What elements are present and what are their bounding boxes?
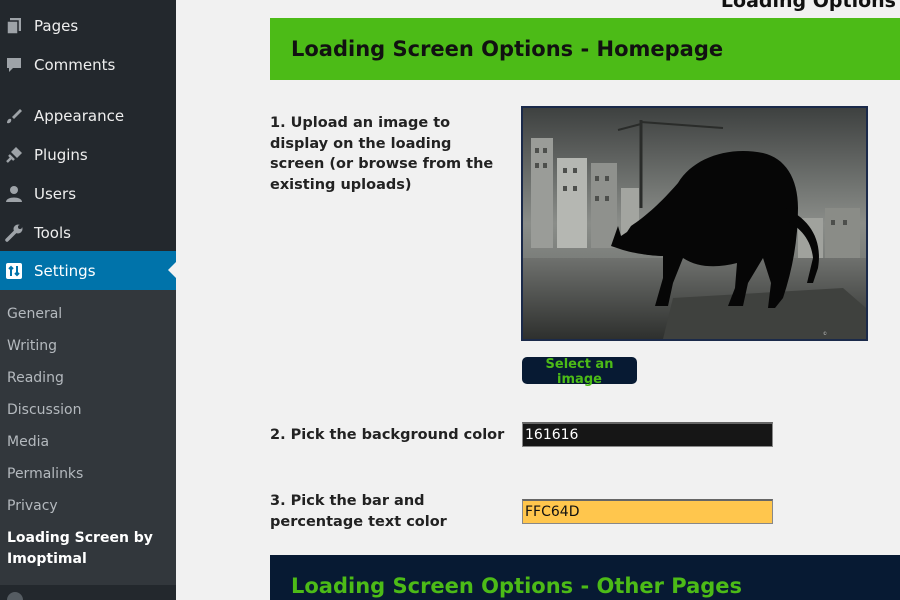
admin-sidebar: Pages Comments Appearance Plugins Users … — [0, 0, 176, 600]
background-color-label: 2. Pick the background color — [270, 427, 505, 443]
menu-item-users[interactable]: Users — [0, 174, 176, 213]
menu-label: Tools — [34, 223, 71, 242]
menu-label: Pages — [34, 16, 79, 35]
menu-label: Settings — [34, 261, 96, 280]
submenu-item-writing[interactable]: Writing — [7, 338, 57, 354]
section-title: Loading Screen Options - Other Pages — [291, 574, 743, 598]
submenu-item-media[interactable]: Media — [7, 434, 49, 450]
menu-label: Appearance — [34, 106, 125, 125]
menu-label: Plugins — [34, 145, 88, 164]
user-icon — [4, 184, 24, 204]
menu-label: Users — [34, 184, 77, 203]
menu-item-comments[interactable]: Comments — [0, 45, 176, 84]
menu-item-pages[interactable]: Pages — [0, 6, 176, 45]
bar-color-label: 3. Pick the bar and percentage text colo… — [270, 493, 447, 530]
homepage-section-banner: Loading Screen Options - Homepage — [270, 18, 900, 80]
submenu-item-general[interactable]: General — [7, 306, 62, 322]
submenu-item-discussion[interactable]: Discussion — [7, 402, 81, 418]
collapse-menu[interactable] — [0, 586, 176, 600]
plug-icon — [4, 145, 24, 165]
upload-image-label: 1. Upload an image to display on the loa… — [270, 115, 494, 193]
main-content: Loading Options Loading Screen Options -… — [176, 0, 900, 600]
submenu-item-permalinks[interactable]: Permalinks — [7, 466, 83, 482]
cat-image: © — [523, 108, 866, 339]
submenu-item-loading-screen[interactable]: Loading Screen by Imoptimal — [7, 528, 167, 570]
menu-item-settings[interactable]: Settings — [0, 251, 176, 290]
settings-icon — [4, 261, 24, 281]
menu-item-appearance[interactable]: Appearance — [0, 96, 176, 135]
menu-item-plugins[interactable]: Plugins — [0, 135, 176, 174]
section-title: Loading Screen Options - Homepage — [291, 37, 724, 61]
select-image-button[interactable]: Select an image — [522, 357, 637, 387]
paintbrush-icon — [4, 106, 24, 126]
svg-text:©: © — [823, 331, 827, 336]
background-color-input[interactable] — [522, 422, 773, 447]
menu-label: Comments — [34, 55, 116, 74]
image-preview: © — [521, 106, 868, 341]
menu-item-tools[interactable]: Tools — [0, 213, 176, 252]
other-pages-section-banner: Loading Screen Options - Other Pages — [270, 555, 900, 600]
bar-color-input[interactable] — [522, 499, 773, 524]
pages-icon — [4, 16, 24, 36]
submenu-item-privacy[interactable]: Privacy — [7, 498, 58, 514]
page-title: Loading Options — [720, 0, 896, 12]
comment-icon — [4, 55, 24, 75]
submenu-item-reading[interactable]: Reading — [7, 370, 64, 386]
wrench-icon — [4, 223, 24, 243]
collapse-icon — [7, 592, 23, 600]
settings-submenu: General Writing Reading Discussion Media… — [0, 290, 176, 585]
